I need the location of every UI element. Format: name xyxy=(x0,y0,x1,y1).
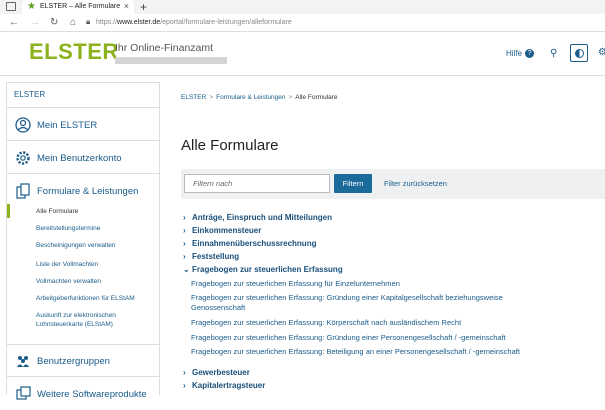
user-circle-icon xyxy=(15,117,31,133)
breadcrumb-current: Alle Formulare xyxy=(295,94,338,101)
url-field[interactable]: https://www.elster.de/eportal/formulare-… xyxy=(96,17,292,28)
chevron-right-icon: › xyxy=(183,381,186,390)
category-einnahmenueberschuss[interactable]: › Einnahmenüberschussrechnung xyxy=(183,239,316,248)
sidebar-subitem-bescheinigungen[interactable]: Bescheinigungen verwalten xyxy=(36,242,116,251)
chevron-down-icon: ⌄ xyxy=(183,265,190,274)
chevron-right-icon: › xyxy=(183,226,186,235)
form-link[interactable]: Fragebogen zur steuerlichen Erfassung: B… xyxy=(191,347,551,357)
search-icon[interactable]: ⚲ xyxy=(550,48,557,59)
contrast-toggle-button[interactable] xyxy=(570,44,588,62)
category-feststellung[interactable]: › Feststellung xyxy=(183,252,239,261)
site-header: ELSTER Ihr Online-Finanzamt Hilfe? ⚲ ⚙ xyxy=(0,32,605,76)
contrast-icon xyxy=(575,49,584,58)
filter-input[interactable]: Filtern nach xyxy=(184,174,330,193)
category-antraege[interactable]: › Anträge, Einspruch und Mitteilungen xyxy=(183,213,332,222)
sidebar-subitem-arbeitgeberfunktionen[interactable]: Arbeitgeberfunktionen für ELStAM xyxy=(36,295,135,304)
sidebar-item-label: Formulare & Leistungen xyxy=(37,186,139,197)
sidebar-subitem-liste-vollmachten[interactable]: Liste der Vollmachten xyxy=(36,261,98,270)
breadcrumb: ELSTER > Formulare & Leistungen > Alle Formu… xyxy=(181,94,338,101)
page-title: Alle Formulare xyxy=(181,137,279,154)
category-einkommensteuer[interactable]: › Einkommensteuer xyxy=(183,226,261,235)
tab-actions-icon[interactable] xyxy=(6,2,16,11)
forward-icon[interactable]: → xyxy=(30,16,40,30)
elster-favicon-icon: ★ xyxy=(27,1,36,12)
lock-icon[interactable]: 🔒︎ xyxy=(86,17,90,27)
elster-logo[interactable]: ELSTER xyxy=(29,39,119,65)
sidebar-item-benutzerkonto[interactable]: Mein Benutzerkonto xyxy=(7,142,159,174)
sidebar: ELSTER Mein ELSTER Mein Benutzerkonto Fo… xyxy=(6,82,160,400)
sidebar-item-label: Benutzergruppen xyxy=(37,356,110,367)
form-link[interactable]: Fragebogen zur steuerlichen Erfassung: G… xyxy=(191,333,551,343)
form-link[interactable]: Fragebogen zur steuerlichen Erfassung: G… xyxy=(191,293,551,313)
chevron-right-icon: › xyxy=(183,213,186,222)
breadcrumb-separator: > xyxy=(288,94,293,101)
back-icon[interactable]: ← xyxy=(9,16,19,30)
chevron-right-icon: › xyxy=(183,252,186,261)
home-icon[interactable]: ⌂ xyxy=(70,16,76,30)
user-group-icon xyxy=(17,356,29,367)
sidebar-item-label: Mein Benutzerkonto xyxy=(37,153,122,164)
sidebar-subitem-bereitstellungstermine[interactable]: Bereitstellungstermine xyxy=(36,225,100,234)
browser-tabbar: ★ ELSTER – Alle Formulare × + xyxy=(0,0,605,14)
tab-title: ELSTER – Alle Formulare xyxy=(40,3,121,10)
sidebar-subitem-alle-formulare[interactable]: Alle Formulare xyxy=(36,208,78,217)
sidebar-title[interactable]: ELSTER xyxy=(7,83,159,108)
gear-icon xyxy=(16,151,30,165)
sidebar-item-mein-elster[interactable]: Mein ELSTER xyxy=(7,109,159,141)
category-fragebogen[interactable]: ⌄ Fragebogen zur steuerlichen Erfassung xyxy=(183,265,343,274)
browser-tab[interactable]: ★ ELSTER – Alle Formulare × xyxy=(22,0,134,14)
sidebar-item-label: Mein ELSTER xyxy=(37,120,98,131)
tagline: Ihr Online-Finanzamt xyxy=(115,42,214,54)
active-indicator xyxy=(7,204,10,218)
help-icon: ? xyxy=(525,49,535,59)
help-link[interactable]: Hilfe? xyxy=(506,49,535,59)
software-icon xyxy=(16,386,31,400)
category-kapitalertragsteuer[interactable]: › Kapitalertragsteuer xyxy=(183,381,265,390)
breadcrumb-link[interactable]: ELSTER xyxy=(181,94,206,101)
settings-icon[interactable]: ⚙ xyxy=(598,47,605,58)
chevron-right-icon: › xyxy=(183,239,186,248)
close-tab-icon[interactable]: × xyxy=(124,1,129,11)
chevron-right-icon: › xyxy=(183,368,186,377)
new-tab-button[interactable]: + xyxy=(140,0,147,14)
filter-button[interactable]: Filtern xyxy=(334,174,372,193)
form-link[interactable]: Fragebogen zur steuerlichen Erfassung: K… xyxy=(191,318,551,328)
sidebar-item-benutzergruppen[interactable]: Benutzergruppen xyxy=(7,345,159,377)
documents-icon xyxy=(16,183,30,199)
breadcrumb-separator: > xyxy=(209,94,214,101)
sidebar-item-softwareprodukte[interactable]: Weitere Softwareprodukte xyxy=(7,378,159,410)
category-gewerbesteuer[interactable]: › Gewerbesteuer xyxy=(183,368,250,377)
sidebar-subitem-auskunft-elstam[interactable]: Auskunft zur elektronischen Lohnsteuerka… xyxy=(36,312,148,329)
sidebar-subitem-vollmachten-verwalten[interactable]: Vollmachten verwalten xyxy=(36,278,101,287)
reload-icon[interactable]: ↻ xyxy=(50,16,58,30)
address-bar: ← → ↻ ⌂ 🔒︎ https://www.elster.de/eportal… xyxy=(0,14,605,32)
form-link[interactable]: Fragebogen zur steuerlichen Erfassung fü… xyxy=(191,279,551,289)
filter-reset-link[interactable]: Filter zurücksetzen xyxy=(384,179,447,188)
breadcrumb-link[interactable]: Formulare & Leistungen xyxy=(216,94,285,101)
user-name-placeholder xyxy=(115,57,227,64)
